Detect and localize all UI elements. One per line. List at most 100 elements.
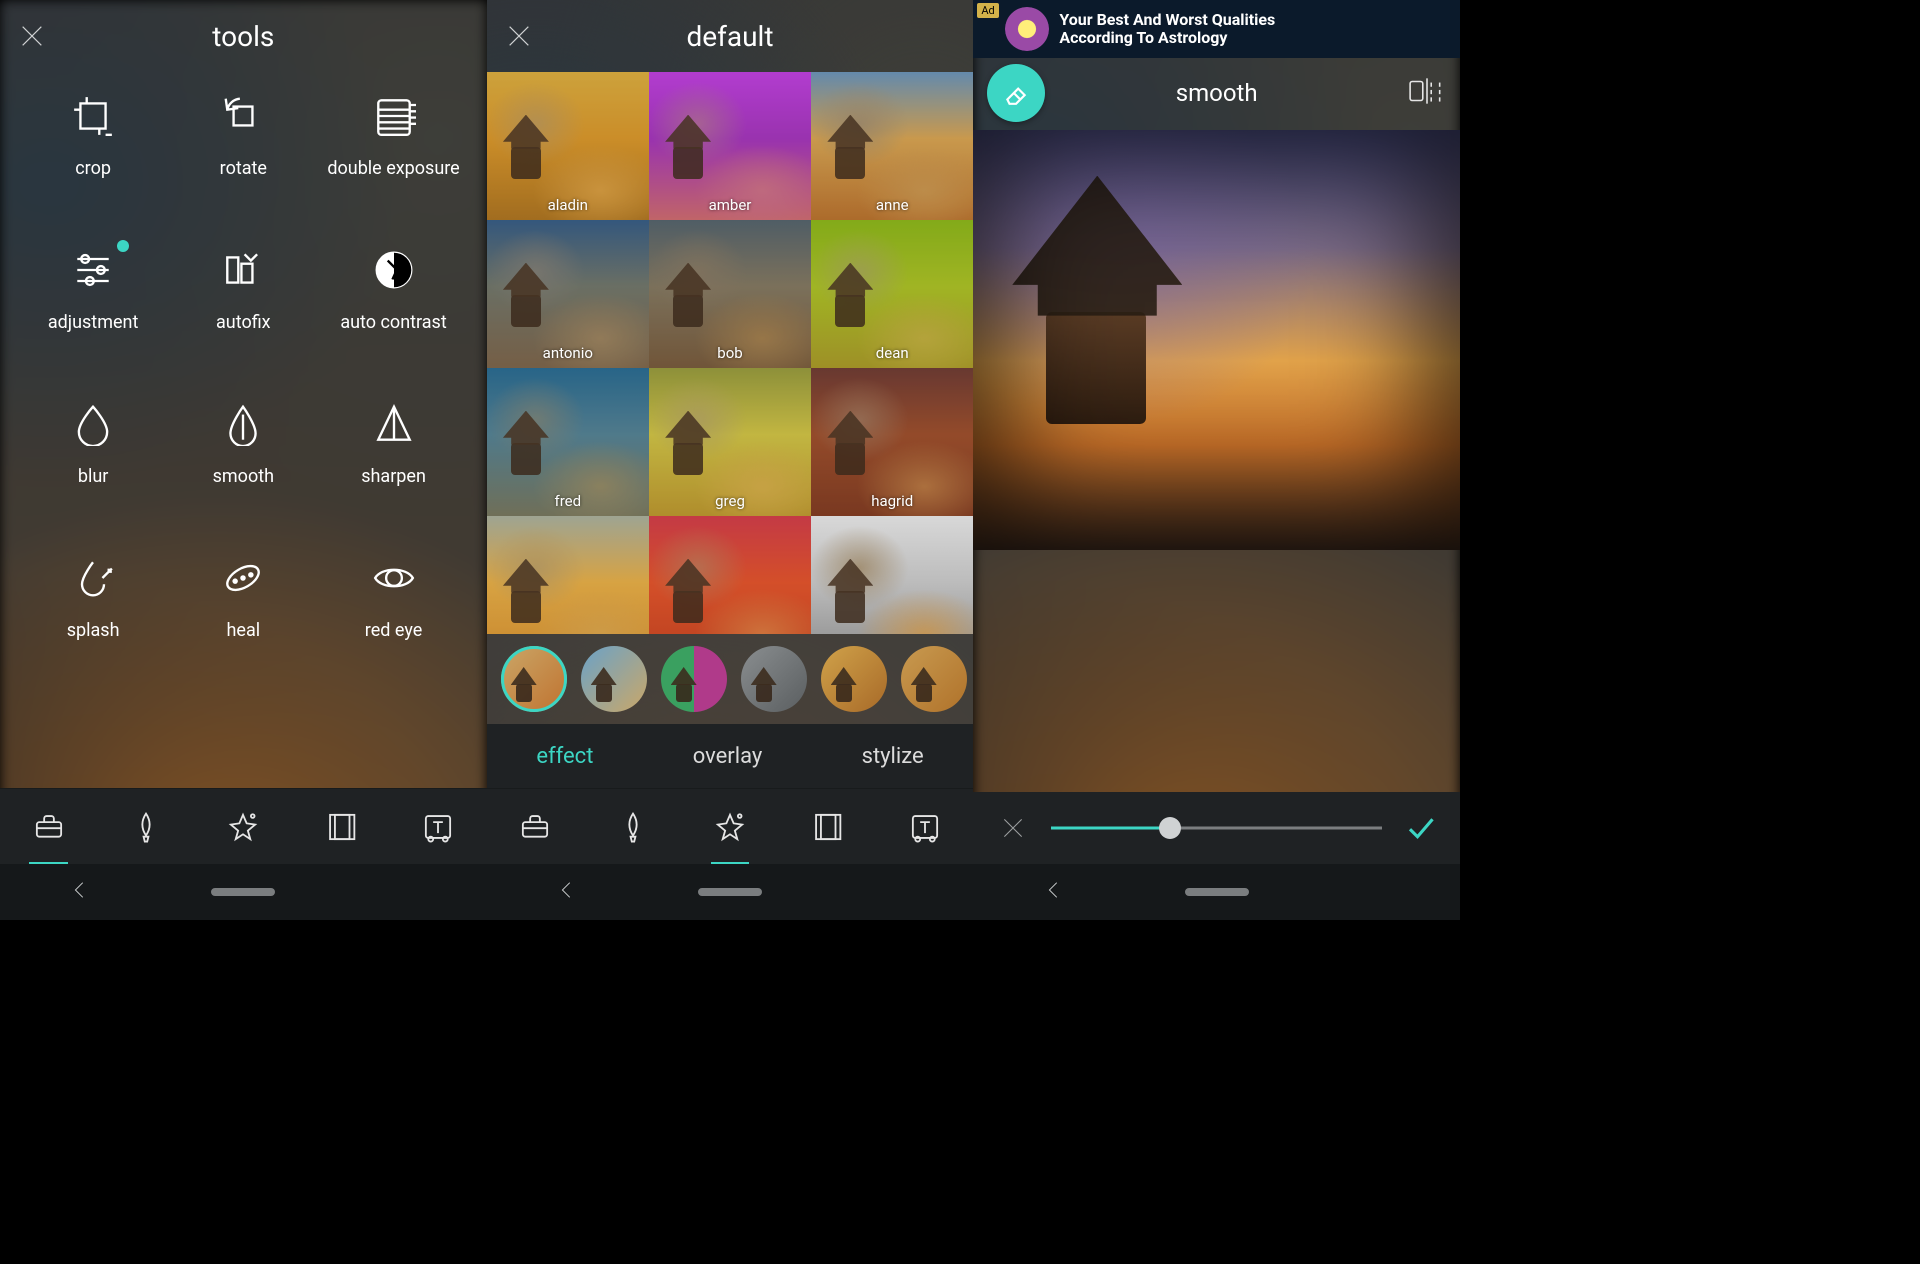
filter-greg[interactable]: greg xyxy=(649,368,811,516)
splash-icon xyxy=(67,552,119,604)
filter-pack-row[interactable] xyxy=(487,634,974,724)
system-home-pill[interactable] xyxy=(698,888,762,896)
autofix-icon xyxy=(217,244,269,296)
intensity-slider[interactable] xyxy=(1051,810,1382,846)
text-icon xyxy=(908,810,942,844)
adjustment-icon xyxy=(67,244,119,296)
nav-text[interactable] xyxy=(901,803,949,851)
filter-anne[interactable]: anne xyxy=(811,72,973,220)
effects-icon xyxy=(713,810,747,844)
tool-label: autofix xyxy=(216,312,271,333)
tool-label: double exposure xyxy=(327,158,459,179)
filter-amber[interactable]: amber xyxy=(649,72,811,220)
filter-label: bob xyxy=(649,344,811,362)
tool-label: adjustment xyxy=(48,312,139,333)
system-home-pill[interactable] xyxy=(211,888,275,896)
ad-image xyxy=(1005,7,1049,51)
tool-label: smooth xyxy=(213,466,274,487)
filter-label: amber xyxy=(649,196,811,214)
check-icon xyxy=(1405,813,1435,843)
nav-effects[interactable] xyxy=(219,803,267,851)
filter-jean[interactable]: jean xyxy=(811,516,973,634)
ad-banner[interactable]: Ad Your Best And Worst Qualities Accordi… xyxy=(973,0,1460,58)
nav-text[interactable] xyxy=(414,803,462,851)
filter-aladin[interactable]: aladin xyxy=(487,72,649,220)
heal-icon xyxy=(217,552,269,604)
tool-label: crop xyxy=(75,158,111,179)
tool-red-eye[interactable]: red eye xyxy=(320,544,466,694)
filter-label: fred xyxy=(487,492,649,510)
filter-pack-5[interactable] xyxy=(901,646,967,712)
filter-pack-4[interactable] xyxy=(821,646,887,712)
tool-splash[interactable]: splash xyxy=(20,544,166,694)
filter-pack-1[interactable] xyxy=(581,646,647,712)
close-icon xyxy=(1000,815,1026,841)
image-preview[interactable] xyxy=(973,130,1460,550)
badge-dot xyxy=(117,240,129,252)
frame-icon xyxy=(810,810,844,844)
filter-label: hagrid xyxy=(811,492,973,510)
filter-label: greg xyxy=(649,492,811,510)
tool-auto-contrast[interactable]: auto contrast xyxy=(320,236,466,386)
close-icon xyxy=(505,22,533,50)
brush-icon xyxy=(129,810,163,844)
nav-toolbox[interactable] xyxy=(25,803,73,851)
filter-harry[interactable]: harry xyxy=(487,516,649,634)
filter-bob[interactable]: bob xyxy=(649,220,811,368)
tool-autofix[interactable]: autofix xyxy=(170,236,316,386)
text-icon xyxy=(421,810,455,844)
filter-label: anne xyxy=(811,196,973,214)
ad-text: Your Best And Worst Qualities According … xyxy=(1059,11,1275,47)
sharpen-icon xyxy=(368,398,420,450)
filter-ivan[interactable]: ivan xyxy=(649,516,811,634)
system-back-button[interactable] xyxy=(69,879,91,905)
nav-frame[interactable] xyxy=(317,803,365,851)
filter-pack-2[interactable] xyxy=(661,646,727,712)
close-button[interactable] xyxy=(18,22,46,50)
rotate-icon xyxy=(217,90,269,142)
tool-label: rotate xyxy=(220,158,267,179)
close-icon xyxy=(18,22,46,50)
tool-smooth[interactable]: smooth xyxy=(170,390,316,540)
filter-pack-3[interactable] xyxy=(741,646,807,712)
filter-label: dean xyxy=(811,344,973,362)
tool-label: red eye xyxy=(365,620,422,641)
apply-button[interactable] xyxy=(1400,808,1440,848)
tab-stylize[interactable]: stylize xyxy=(862,744,924,769)
nav-toolbox[interactable] xyxy=(511,803,559,851)
filter-antonio[interactable]: antonio xyxy=(487,220,649,368)
tool-rotate[interactable]: rotate xyxy=(170,82,316,232)
filter-dean[interactable]: dean xyxy=(811,220,973,368)
filter-pack-0[interactable] xyxy=(501,646,567,712)
crop-icon xyxy=(67,90,119,142)
tool-heal[interactable]: heal xyxy=(170,544,316,694)
double-exposure-icon xyxy=(368,90,420,142)
system-back-button[interactable] xyxy=(556,879,578,905)
smooth-screen: Ad Your Best And Worst Qualities Accordi… xyxy=(973,0,1460,920)
close-button[interactable] xyxy=(505,22,533,50)
system-back-button[interactable] xyxy=(1043,879,1065,905)
tool-label: auto contrast xyxy=(340,312,446,333)
nav-effects[interactable] xyxy=(706,803,754,851)
nav-frame[interactable] xyxy=(803,803,851,851)
blur-icon xyxy=(67,398,119,450)
tool-crop[interactable]: crop xyxy=(20,82,166,232)
tool-adjustment[interactable]: adjustment xyxy=(20,236,166,386)
tool-sharpen[interactable]: sharpen xyxy=(320,390,466,540)
system-home-pill[interactable] xyxy=(1185,888,1249,896)
filter-fred[interactable]: fred xyxy=(487,368,649,516)
tool-blur[interactable]: blur xyxy=(20,390,166,540)
cancel-button[interactable] xyxy=(993,808,1033,848)
red-eye-icon xyxy=(368,552,420,604)
smooth-icon xyxy=(217,398,269,450)
tab-effect[interactable]: effect xyxy=(536,744,593,769)
tab-overlay[interactable]: overlay xyxy=(693,744,763,769)
brush-icon xyxy=(616,810,650,844)
tool-double-exposure[interactable]: double exposure xyxy=(320,82,466,232)
nav-brush[interactable] xyxy=(122,803,170,851)
frame-icon xyxy=(324,810,358,844)
nav-brush[interactable] xyxy=(609,803,657,851)
filter-label: aladin xyxy=(487,196,649,214)
filters-screen: default aladin amber anne antonio bob de… xyxy=(487,0,974,920)
filter-hagrid[interactable]: hagrid xyxy=(811,368,973,516)
